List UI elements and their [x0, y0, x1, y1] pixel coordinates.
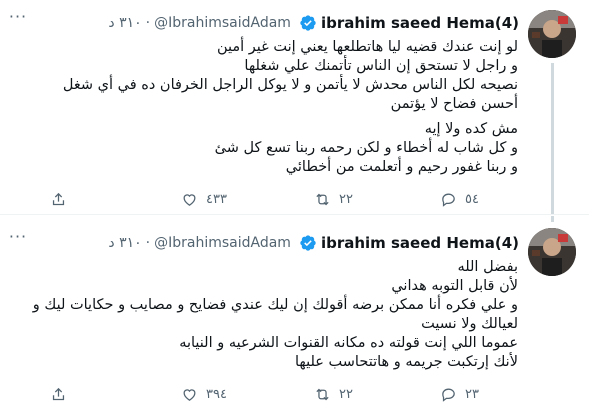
heart-icon: [183, 389, 196, 401]
retweet-count: ٢٢: [339, 192, 353, 207]
tweet-line: و كل شاب له أخطاء و لكن رحمه ربنا تسع كل…: [214, 140, 518, 156]
tweet-line: و راجل لا تستحق إن الناس تأتمنك علي شغله…: [244, 58, 518, 74]
reply-icon: [442, 193, 455, 207]
like-count: ٣٩٤: [206, 387, 227, 402]
tweet-header: ٣١٠ د · @IbrahimsaidAdam ibrahim saeed H…: [108, 232, 519, 254]
author-avatar[interactable]: [528, 228, 576, 276]
more-options-icon[interactable]: ···: [6, 9, 30, 30]
like-count: ٤٣٣: [206, 192, 227, 207]
tweet-text: بفضل الله لأن قابل التوبه هداني و علي فك…: [33, 258, 518, 372]
author-avatar[interactable]: [528, 10, 576, 58]
verified-badge-icon: [300, 235, 316, 251]
tweet-line: لو إنت عندك قضيه ليا هاتطلعها يعني إنت غ…: [216, 39, 518, 55]
more-options-icon[interactable]: ···: [6, 229, 30, 250]
tweet-time[interactable]: ٣١٠ د: [108, 15, 141, 31]
reply-button[interactable]: ٥٤: [440, 191, 479, 208]
tweet-1[interactable]: ··· ٣١٠ د · @IbrahimsaidAdam ibrahim sae…: [0, 0, 589, 214]
author-handle[interactable]: @IbrahimsaidAdam: [154, 15, 291, 31]
reply-icon: [442, 388, 455, 402]
tweet-line: و ربنا غفور رحيم و أتعلمت من أخطائي: [285, 159, 518, 175]
retweet-button[interactable]: ٢٢: [314, 191, 353, 208]
tweet-text: لو إنت عندك قضيه ليا هاتطلعها يعني إنت غ…: [63, 38, 518, 177]
author-name[interactable]: ibrahim saeed Hema(4): [321, 234, 519, 252]
tweet-line: لعيالك ولا نسيت: [421, 316, 518, 332]
tweet-divider: [0, 214, 589, 215]
tweet-line: لأن قابل التوبه هداني: [391, 278, 518, 294]
heart-icon: [183, 194, 196, 206]
tweet-header: ٣١٠ د · @IbrahimsaidAdam ibrahim saeed H…: [108, 12, 519, 34]
reply-button[interactable]: ٢٣: [440, 386, 479, 403]
separator-dot: ·: [145, 235, 151, 251]
retweet-icon: [316, 193, 329, 206]
tweet-actions: ٢٣ ٢٢ ٣٩٤: [0, 386, 589, 406]
retweet-count: ٢٢: [339, 387, 353, 402]
reply-count: ٥٤: [465, 192, 479, 207]
tweet-line: عموما اللي إنت قولته ده مكانه القنوات ال…: [179, 335, 518, 351]
retweet-icon: [316, 388, 329, 401]
reply-count: ٢٣: [465, 387, 479, 402]
thread-connector-line-top: [551, 216, 554, 222]
retweet-button[interactable]: ٢٢: [314, 386, 353, 403]
tweet-line: و علي فكره أنا ممكن برضه أقولك إن ليك عن…: [32, 297, 518, 313]
tweet-line: لأنك إرتكبت جريمه و هاتتحاسب عليها: [295, 354, 518, 370]
share-button[interactable]: [50, 386, 75, 403]
tweet-line: بفضل الله: [457, 259, 518, 275]
share-icon: [52, 387, 65, 401]
author-handle[interactable]: @IbrahimsaidAdam: [154, 235, 291, 251]
tweet-line: أحسن فضاح لا يؤتمن: [390, 96, 518, 112]
tweet-line: نصيحه لكل الناس محدش لا يأتمن و لا يوكل …: [62, 77, 518, 93]
verified-badge-icon: [300, 15, 316, 31]
like-button[interactable]: ٣٩٤: [181, 386, 227, 403]
separator-dot: ·: [145, 15, 151, 31]
tweet-2[interactable]: ··· ٣١٠ د · @IbrahimsaidAdam ibrahim sae…: [0, 216, 589, 417]
tweet-time[interactable]: ٣١٠ د: [108, 235, 141, 251]
tweet-line: مش كده ولا إيه: [424, 121, 518, 137]
share-button[interactable]: [50, 191, 75, 208]
share-icon: [52, 192, 65, 206]
author-name[interactable]: ibrahim saeed Hema(4): [321, 14, 519, 32]
like-button[interactable]: ٤٣٣: [181, 191, 227, 208]
tweet-actions: ٥٤ ٢٢ ٤٣٣: [0, 191, 589, 211]
